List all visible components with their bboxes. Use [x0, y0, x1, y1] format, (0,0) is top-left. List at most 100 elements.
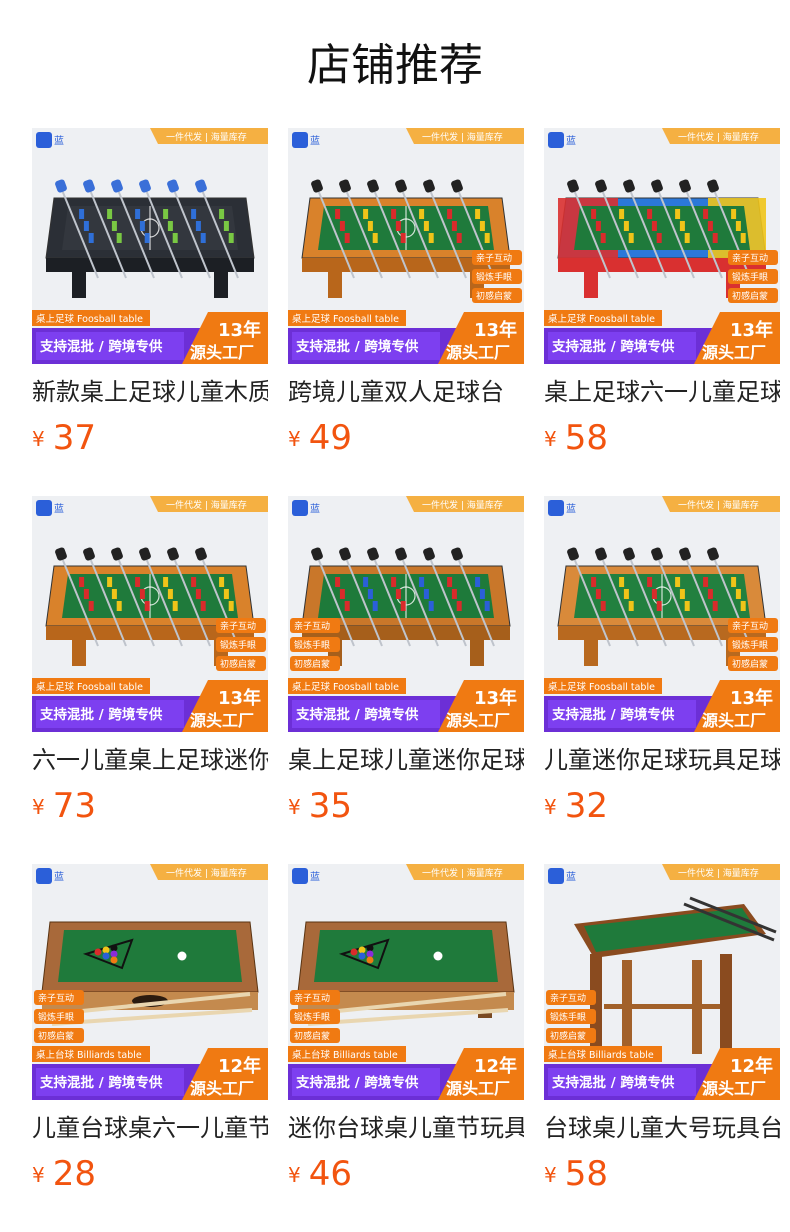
page-title: 店铺推荐 — [307, 40, 483, 91]
svg-text:13年: 13年 — [218, 319, 261, 341]
svg-text:一件代发 | 海量库存: 一件代发 | 海量库存 — [422, 867, 503, 879]
svg-text:支持混批 / 跨境专供: 支持混批 / 跨境专供 — [39, 338, 163, 355]
svg-text:锻炼手眼: 锻炼手眼 — [294, 639, 330, 651]
currency-symbol: ¥ — [32, 795, 45, 819]
product-name[interactable]: 新款桌上足球儿童木质 — [32, 374, 268, 410]
product-card[interactable]: 蓝 一件代发 | 海量库存亲子互动 锻炼手眼 初感启蒙桌上台球 Billiards t… — [32, 864, 268, 1204]
svg-text:锻炼手眼: 锻炼手眼 — [220, 639, 256, 651]
feature-tags: 亲子互动锻炼手眼初感启蒙 — [290, 618, 340, 671]
product-image[interactable]: 蓝 一件代发 | 海量库存 亲子互动 锻炼手眼 初感启蒙 桌上足球 Foosball ta… — [544, 496, 780, 732]
product-image[interactable]: 蓝 一件代发 | 海量库存 亲子互动 锻炼手眼 初感启蒙 桌上足球 Foosball ta… — [32, 496, 268, 732]
svg-text:桌上足球 Foosball table: 桌上足球 Foosball table — [292, 681, 399, 693]
currency-symbol: ¥ — [544, 427, 557, 451]
currency-symbol: ¥ — [32, 427, 45, 451]
svg-text:蓝: 蓝 — [54, 135, 64, 147]
feature-tags: 亲子互动锻炼手眼初感启蒙 — [216, 618, 266, 671]
product-price: ¥37 — [32, 416, 96, 460]
category-label: 桌上足球 Foosball table — [544, 310, 662, 326]
product-card[interactable]: 蓝 一件代发 | 海量库存 亲子互动 锻炼手眼 初感启蒙 桌上台球 Billiards t… — [544, 864, 780, 1204]
svg-text:亲子互动: 亲子互动 — [294, 620, 330, 632]
feature-tags: 亲子互动锻炼手眼初感启蒙 — [728, 250, 778, 303]
top-ribbon: 一件代发 | 海量库存 — [406, 864, 524, 880]
svg-text:支持混批 / 跨境专供: 支持混批 / 跨境专供 — [295, 338, 419, 355]
category-label: 桌上足球 Foosball table — [288, 310, 406, 326]
product-name[interactable]: 儿童迷你足球玩具足球 — [544, 742, 780, 778]
svg-text:13年: 13年 — [730, 687, 773, 709]
price-value: 46 — [308, 1154, 352, 1194]
product-name[interactable]: 迷你台球桌儿童节玩具 — [288, 1110, 524, 1146]
svg-text:源头工厂: 源头工厂 — [446, 1079, 510, 1098]
svg-text:支持混批 / 跨境专供: 支持混批 / 跨境专供 — [551, 1074, 675, 1091]
product-name[interactable]: 六一儿童桌上足球迷你 — [32, 742, 268, 778]
product-card[interactable]: 蓝 一件代发 | 海量库存 亲子互动 锻炼手眼 初感启蒙 桌上足球 Foosball ta… — [32, 496, 268, 836]
product-image[interactable]: 蓝 一件代发 | 海量库存 亲子互动 锻炼手眼 初感启蒙 桌上足球 Foosball ta… — [544, 128, 780, 364]
product-card[interactable]: 蓝 一件代发 | 海量库存 亲子互动 锻炼手眼 初感启蒙 桌上足球 Foosball ta… — [288, 128, 524, 468]
top-ribbon: 一件代发 | 海量库存 — [406, 496, 524, 512]
product-image[interactable]: 蓝 一件代发 | 海量库存 亲子互动 锻炼手眼 初感启蒙 桌上台球 Billiards t… — [544, 864, 780, 1100]
svg-text:源头工厂: 源头工厂 — [702, 711, 766, 730]
svg-text:亲子互动: 亲子互动 — [476, 252, 512, 264]
product-card[interactable]: 蓝 一件代发 | 海量库存 亲子互动 锻炼手眼 初感启蒙 桌上台球 Billiards t… — [288, 864, 524, 1204]
svg-text:蓝: 蓝 — [54, 871, 64, 883]
product-name[interactable]: 桌上足球六一儿童足球 — [544, 374, 780, 410]
product-name[interactable]: 台球桌儿童大号玩具台 — [544, 1110, 780, 1146]
product-image[interactable]: 蓝 一件代发 | 海量库存亲子互动 锻炼手眼 初感启蒙桌上台球 Billiards t… — [32, 864, 268, 1100]
svg-text:亲子互动: 亲子互动 — [38, 992, 74, 1004]
top-ribbon: 一件代发 | 海量库存 — [662, 496, 780, 512]
category-label: 桌上台球 Billiards table — [288, 1046, 406, 1062]
svg-text:支持混批 / 跨境专供: 支持混批 / 跨境专供 — [551, 706, 675, 723]
svg-text:源头工厂: 源头工厂 — [190, 1079, 254, 1098]
product-image-drawing: 蓝 一件代发 | 海量库存亲子互动锻炼手眼初感启蒙桌上台球 Billiards t… — [32, 864, 268, 1100]
product-card[interactable]: 蓝 一件代发 | 海量库存 亲子互动 锻炼手眼 初感启蒙 桌上足球 Foosball ta… — [544, 496, 780, 836]
svg-text:蓝: 蓝 — [310, 871, 320, 883]
top-ribbon: 一件代发 | 海量库存 — [150, 496, 268, 512]
category-label: 桌上足球 Foosball table — [544, 678, 662, 694]
product-price: ¥32 — [544, 784, 608, 828]
currency-symbol: ¥ — [32, 1163, 45, 1187]
product-image-drawing: 蓝 一件代发 | 海量库存亲子互动锻炼手眼初感启蒙桌上足球 Foosball ta… — [288, 128, 524, 364]
svg-text:支持混批 / 跨境专供: 支持混批 / 跨境专供 — [295, 706, 419, 723]
svg-text:桌上台球 Billiards table: 桌上台球 Billiards table — [36, 1049, 142, 1061]
svg-text:蓝: 蓝 — [54, 503, 64, 515]
svg-text:12年: 12年 — [474, 1055, 517, 1077]
svg-text:亲子互动: 亲子互动 — [294, 992, 330, 1004]
product-image[interactable]: 蓝 一件代发 | 海量库存 亲子互动 锻炼手眼 初感启蒙 桌上足球 Foosball ta… — [288, 128, 524, 364]
product-image[interactable]: 蓝 一件代发 | 海量库存 桌上足球 Foosball table 支持混批 / 跨境… — [32, 128, 268, 364]
svg-text:蓝: 蓝 — [310, 503, 320, 515]
product-image[interactable]: 蓝 一件代发 | 海量库存 亲子互动 锻炼手眼 初感启蒙 桌上足球 Foosball ta… — [288, 496, 524, 732]
product-image-drawing: 蓝 一件代发 | 海量库存桌上足球 Foosball table 支持混批 / 跨境… — [32, 128, 268, 364]
product-name[interactable]: 儿童台球桌六一儿童节 — [32, 1110, 268, 1146]
svg-text:桌上台球 Billiards table: 桌上台球 Billiards table — [548, 1049, 654, 1061]
svg-text:12年: 12年 — [730, 1055, 773, 1077]
svg-text:亲子互动: 亲子互动 — [732, 252, 768, 264]
product-price: ¥73 — [32, 784, 96, 828]
product-card[interactable]: 蓝 一件代发 | 海量库存 亲子互动 锻炼手眼 初感启蒙 桌上足球 Foosball ta… — [288, 496, 524, 836]
product-card[interactable]: 蓝 一件代发 | 海量库存 亲子互动 锻炼手眼 初感启蒙 桌上足球 Foosball ta… — [544, 128, 780, 468]
product-name[interactable]: 跨境儿童双人足球台 — [288, 374, 524, 410]
svg-text:蓝: 蓝 — [566, 871, 576, 883]
product-card[interactable]: 蓝 一件代发 | 海量库存 桌上足球 Foosball table 支持混批 / 跨境… — [32, 128, 268, 468]
product-image-drawing: 蓝 一件代发 | 海量库存亲子互动锻炼手眼初感启蒙桌上足球 Foosball ta… — [544, 128, 780, 364]
svg-text:初感启蒙: 初感启蒙 — [732, 658, 768, 670]
product-price: ¥28 — [32, 1152, 96, 1196]
svg-text:源头工厂: 源头工厂 — [190, 343, 254, 362]
category-label: 桌上足球 Foosball table — [288, 678, 406, 694]
product-price: ¥49 — [288, 416, 352, 460]
svg-text:亲子互动: 亲子互动 — [220, 620, 256, 632]
product-image[interactable]: 蓝 一件代发 | 海量库存 亲子互动 锻炼手眼 初感启蒙 桌上台球 Billiards t… — [288, 864, 524, 1100]
feature-tags: 亲子互动锻炼手眼初感启蒙 — [34, 990, 84, 1043]
svg-text:亲子互动: 亲子互动 — [550, 992, 586, 1004]
feature-tags: 亲子互动锻炼手眼初感启蒙 — [472, 250, 522, 303]
svg-text:13年: 13年 — [218, 687, 261, 709]
svg-text:一件代发 | 海量库存: 一件代发 | 海量库存 — [166, 131, 247, 143]
top-ribbon: 一件代发 | 海量库存 — [150, 864, 268, 880]
price-value: 37 — [52, 418, 96, 458]
feature-tags: 亲子互动锻炼手眼初感启蒙 — [546, 990, 596, 1043]
billiards-table-drawing — [297, 921, 515, 1026]
svg-text:桌上足球 Foosball table: 桌上足球 Foosball table — [548, 313, 655, 325]
product-name[interactable]: 桌上足球儿童迷你足球 — [288, 742, 524, 778]
svg-text:桌上台球 Billiards table: 桌上台球 Billiards table — [292, 1049, 398, 1061]
price-value: 28 — [52, 1154, 96, 1194]
svg-text:支持混批 / 跨境专供: 支持混批 / 跨境专供 — [551, 338, 675, 355]
currency-symbol: ¥ — [544, 1163, 557, 1187]
